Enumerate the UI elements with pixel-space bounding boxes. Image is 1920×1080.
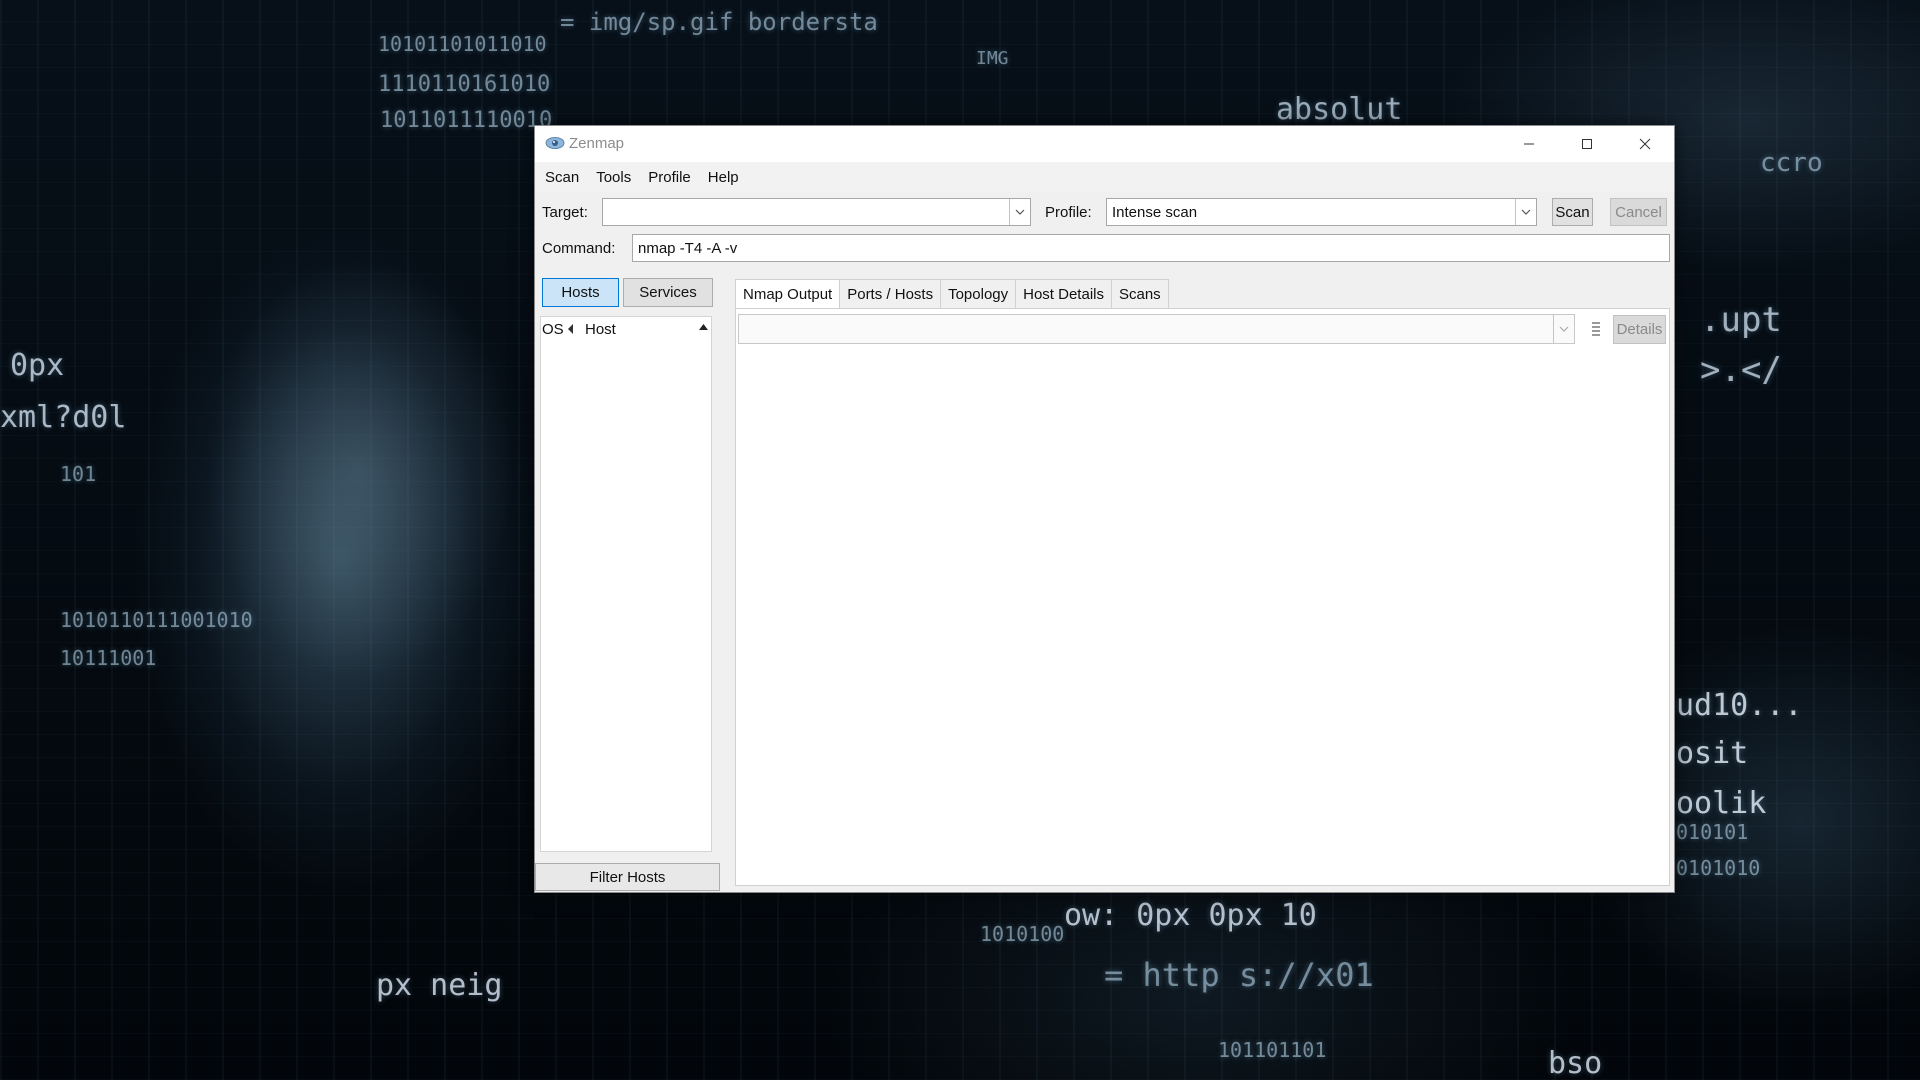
wallpaper-text: 1110110161010 [378, 72, 551, 97]
wallpaper-text: = http s://x01 [1104, 956, 1374, 994]
menu-help[interactable]: Help [708, 169, 739, 186]
menu-bar: Scan Tools Profile Help [535, 162, 1674, 192]
profile-value: Intense scan [1112, 204, 1198, 221]
host-column-header[interactable]: Host [585, 321, 616, 338]
zenmap-window: Zenmap Scan Tools Profile Help Target: P… [534, 125, 1675, 893]
column-resize-arrow-icon [568, 324, 573, 334]
wallpaper-text: >.</ [1700, 350, 1782, 390]
wallpaper-text: 0101010 [1676, 856, 1761, 880]
wallpaper-text: 010101 [1676, 820, 1749, 844]
filter-hosts-button[interactable]: Filter Hosts [535, 863, 720, 891]
wallpaper-text: 101101101 [1218, 1038, 1327, 1062]
wallpaper-text: ud10... [1676, 688, 1803, 723]
cancel-button[interactable]: Cancel [1610, 198, 1667, 226]
command-label: Command: [542, 240, 616, 257]
wallpaper-text: xml?d0l [0, 400, 127, 435]
window-title: Zenmap [569, 135, 625, 152]
menu-tools[interactable]: Tools [596, 169, 631, 186]
wallpaper-text: 10101101011010 [378, 32, 547, 56]
menu-scan[interactable]: Scan [545, 169, 579, 186]
wallpaper-text: 0px [10, 348, 65, 383]
tab-topology[interactable]: Topology [940, 279, 1017, 309]
close-icon [1639, 138, 1651, 150]
scan-selector-dropdown-button[interactable] [1553, 315, 1574, 343]
wallpaper-text: 10111001 [60, 646, 157, 670]
services-toggle-button[interactable]: Services [623, 278, 713, 307]
drag-handle-icon[interactable] [1592, 322, 1600, 338]
target-label: Target: [542, 204, 588, 221]
host-list[interactable]: OS Host [540, 316, 712, 852]
maximize-button[interactable] [1558, 126, 1616, 162]
wallpaper-text: bso [1548, 1046, 1603, 1080]
menu-profile[interactable]: Profile [648, 169, 691, 186]
command-value: nmap -T4 -A -v [638, 240, 738, 257]
nmap-output-text[interactable] [738, 349, 1667, 883]
wallpaper-text: 1010110111001010 [60, 608, 253, 632]
minimize-button[interactable] [1500, 126, 1558, 162]
host-list-header: OS Host [541, 317, 711, 341]
chevron-down-icon [1521, 209, 1531, 215]
wallpaper-text: oolik [1676, 786, 1767, 821]
minimize-icon [1524, 143, 1534, 145]
wallpaper-text: ccro [1760, 148, 1823, 178]
target-combobox[interactable] [602, 198, 1031, 226]
os-column-header[interactable]: OS [542, 321, 564, 338]
zenmap-eye-icon [545, 137, 565, 149]
wallpaper-text: IMG [976, 48, 1009, 69]
wallpaper-text: px neig [376, 968, 503, 1003]
details-button[interactable]: Details [1613, 315, 1666, 344]
title-bar[interactable]: Zenmap [535, 126, 1674, 162]
profile-dropdown-button[interactable] [1515, 199, 1536, 225]
wallpaper-text: absolut [1276, 92, 1403, 127]
hosts-toggle-button[interactable]: Hosts [542, 278, 619, 307]
wallpaper-text: 101 [60, 462, 97, 486]
maximize-icon [1582, 139, 1592, 149]
target-dropdown-button[interactable] [1009, 199, 1030, 225]
scan-button[interactable]: Scan [1552, 198, 1593, 226]
close-button[interactable] [1616, 126, 1674, 162]
wallpaper-text: = img/sp.gif bordersta [560, 8, 878, 36]
chevron-down-icon [1015, 209, 1025, 215]
result-tabs: Nmap Output Ports / Hosts Topology Host … [735, 279, 1169, 309]
command-input[interactable]: nmap -T4 -A -v [632, 234, 1670, 262]
profile-label: Profile: [1045, 204, 1092, 221]
tab-nmap-output[interactable]: Nmap Output [735, 279, 841, 309]
wallpaper-text: .upt [1700, 300, 1782, 340]
tab-host-details[interactable]: Host Details [1015, 279, 1112, 309]
wallpaper-text: ow: 0px 0px 10 [1064, 898, 1317, 933]
tab-scans[interactable]: Scans [1110, 279, 1169, 309]
wallpaper-text: osit [1676, 736, 1749, 771]
scan-selector-combobox[interactable] [738, 314, 1575, 344]
tab-ports-hosts[interactable]: Ports / Hosts [839, 279, 942, 309]
profile-combobox[interactable]: Intense scan [1106, 198, 1537, 226]
wallpaper-text: 1011011110010 [380, 108, 553, 133]
sort-ascending-icon[interactable] [699, 324, 708, 330]
chevron-down-icon [1559, 326, 1569, 332]
wallpaper-text: 1010100 [980, 922, 1065, 946]
nmap-output-pane: Details [735, 308, 1670, 886]
